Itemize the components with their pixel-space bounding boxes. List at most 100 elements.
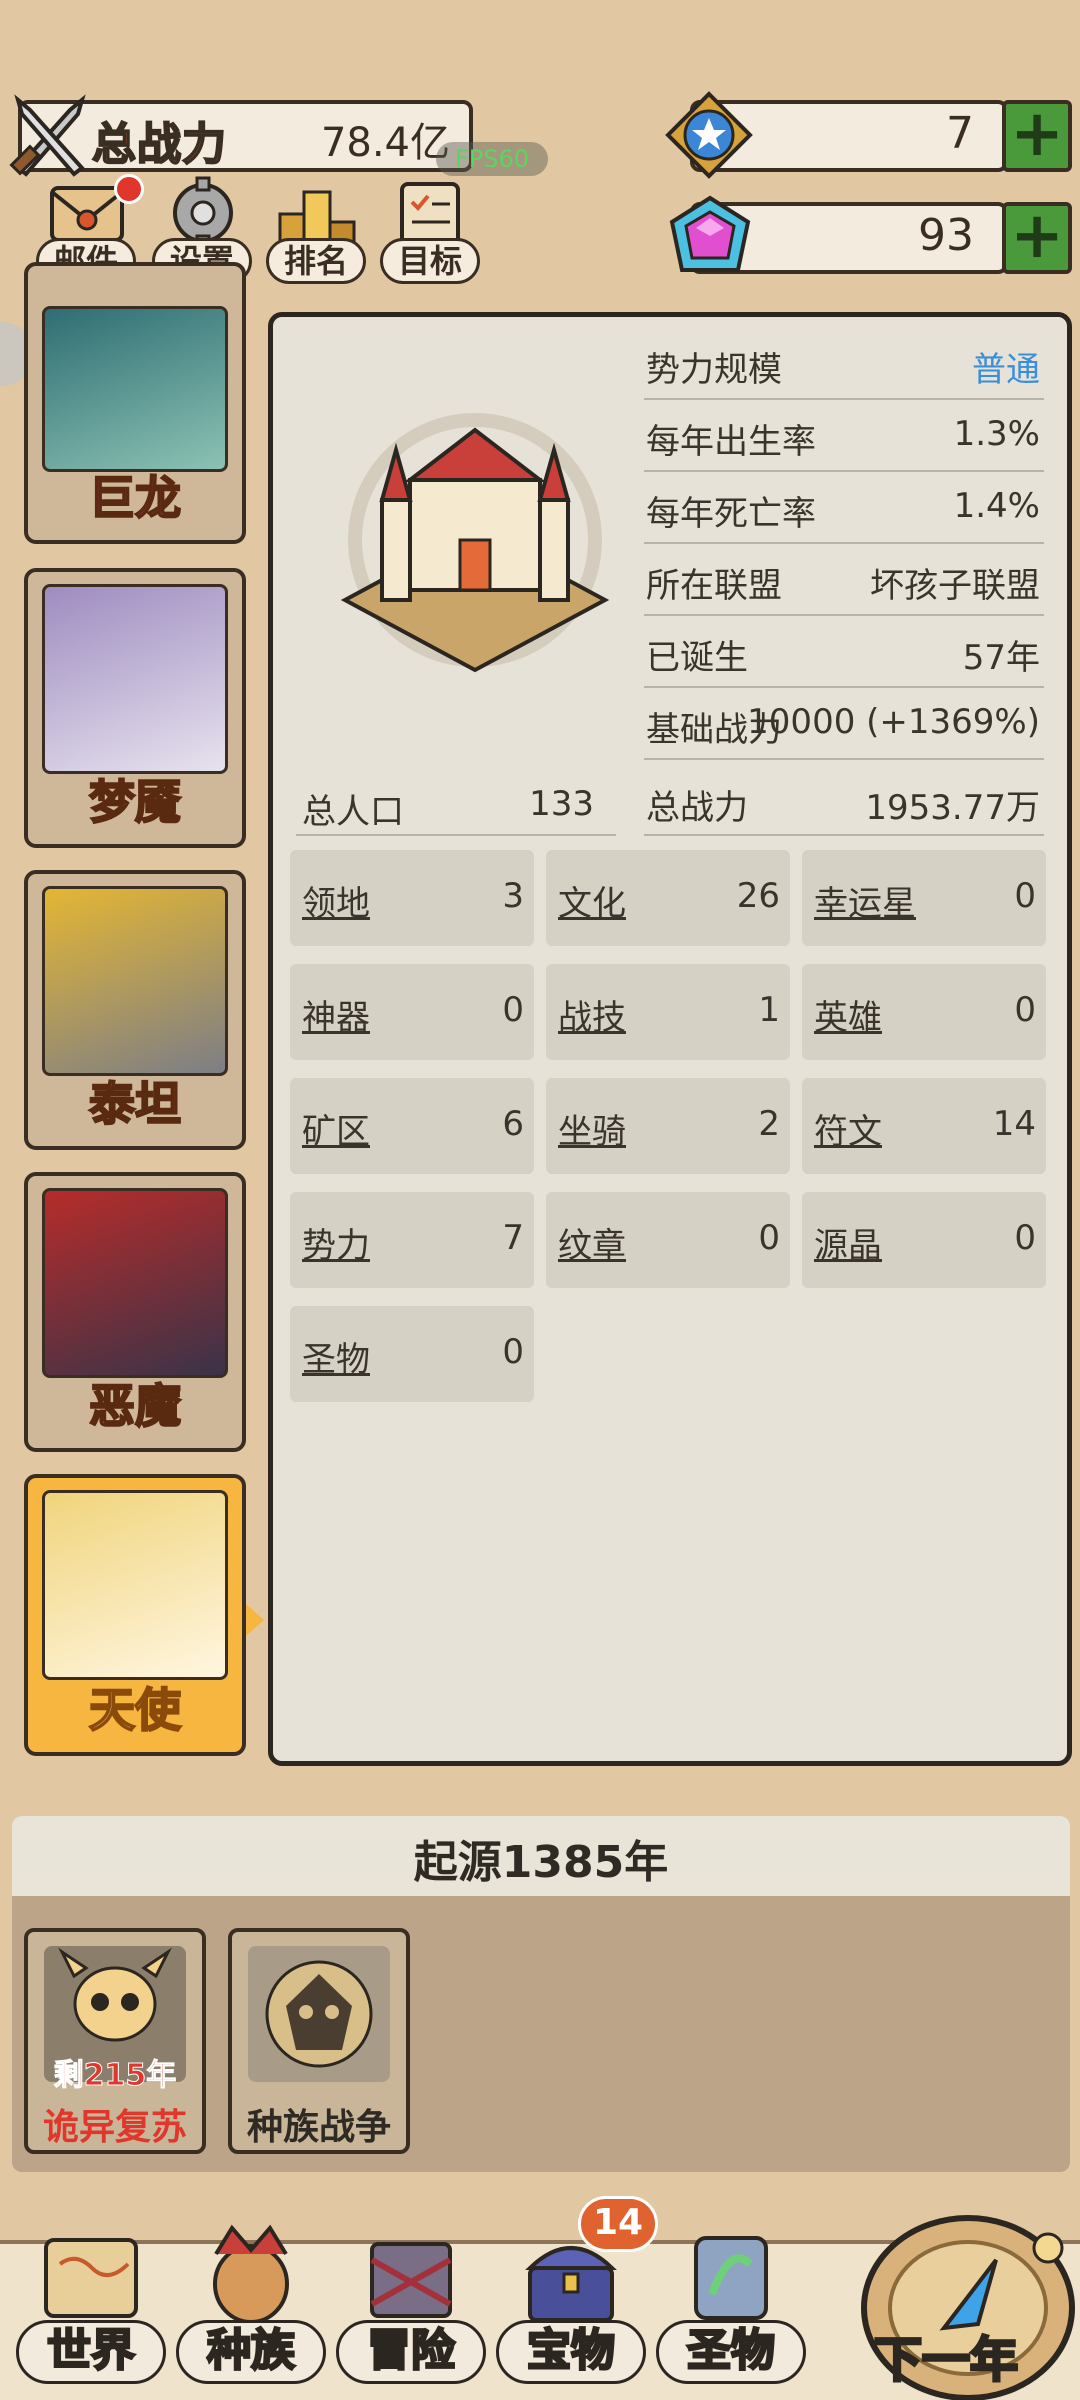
stat-label: 神器 bbox=[302, 998, 370, 1038]
nightmare-portrait bbox=[42, 584, 228, 774]
stat-mount[interactable]: 坐骑 2 bbox=[546, 1078, 790, 1174]
race-card-dragon[interactable]: 巨龙 bbox=[24, 262, 246, 544]
nav-world[interactable]: 世界 bbox=[16, 2224, 166, 2400]
next-year-button[interactable]: 下一年 bbox=[848, 2198, 1080, 2400]
stat-artifact[interactable]: 神器 0 bbox=[290, 964, 534, 1060]
nav-label: 圣物 bbox=[656, 2320, 806, 2384]
stat-combat-skill[interactable]: 战技 1 bbox=[546, 964, 790, 1060]
stat-value: 0 bbox=[1014, 876, 1036, 916]
angel-portrait bbox=[42, 1490, 228, 1680]
world-map-icon bbox=[44, 2238, 138, 2318]
race-name-angel: 天使 bbox=[88, 1682, 182, 1738]
population-label: 总人口 bbox=[302, 792, 404, 832]
stat-faction[interactable]: 势力 7 bbox=[290, 1192, 534, 1288]
stat-territory[interactable]: 领地 3 bbox=[290, 850, 534, 946]
stat-value: 0 bbox=[758, 1218, 780, 1258]
stat-value: 0 bbox=[502, 1332, 524, 1372]
stat-value: 0 bbox=[1014, 990, 1036, 1030]
ranking-button[interactable]: 排名 bbox=[266, 174, 366, 284]
add-gem-button[interactable]: + bbox=[1002, 202, 1072, 274]
race-card-demon[interactable]: 恶魔 bbox=[24, 1172, 246, 1452]
treasure-count-badge: 14 bbox=[578, 2196, 658, 2252]
stat-lucky-star[interactable]: 幸运星 0 bbox=[802, 850, 1046, 946]
holy-relic-icon bbox=[694, 2236, 768, 2320]
stat-label: 符文 bbox=[814, 1112, 882, 1152]
origin-year: 起源1385年 bbox=[413, 1837, 669, 1888]
stat-label: 幸运星 bbox=[814, 884, 916, 924]
scale-value-link[interactable]: 普通 bbox=[972, 342, 1040, 391]
race-card-titan[interactable]: 泰坦 bbox=[24, 870, 246, 1150]
stat-label: 战技 bbox=[558, 998, 626, 1038]
stat-emblem[interactable]: 纹章 0 bbox=[546, 1192, 790, 1288]
goals-button[interactable]: 目标 bbox=[380, 174, 480, 284]
info-key: 已诞生 bbox=[646, 638, 748, 678]
stat-value: 1 bbox=[758, 990, 780, 1030]
stat-label: 矿区 bbox=[302, 1112, 370, 1152]
stat-value: 14 bbox=[992, 1104, 1036, 1144]
race-name-titan: 泰坦 bbox=[88, 1076, 182, 1132]
nav-label: 种族 bbox=[176, 2320, 326, 2384]
info-row-alliance: 所在联盟 坏孩子联盟 bbox=[644, 544, 1044, 616]
stat-hero[interactable]: 英雄 0 bbox=[802, 964, 1046, 1060]
event-name: 诡异复苏 bbox=[42, 2107, 187, 2148]
add-star-button[interactable]: + bbox=[1002, 100, 1072, 172]
info-row-death-rate: 每年死亡率 1.4% bbox=[644, 472, 1044, 544]
race-name-demon: 恶魔 bbox=[88, 1378, 182, 1434]
total-power-value: 78.4亿 bbox=[320, 120, 450, 166]
stat-label: 源晶 bbox=[814, 1226, 882, 1266]
demon-portrait bbox=[42, 1188, 228, 1378]
stat-value: 26 bbox=[736, 876, 780, 916]
info-row-birth-rate: 每年出生率 1.3% bbox=[644, 400, 1044, 472]
crossed-swords-icon bbox=[8, 92, 92, 180]
gem-resource-value: 93 bbox=[918, 210, 974, 261]
race-card-nightmare[interactable]: 梦魇 bbox=[24, 568, 246, 848]
nav-adventure[interactable]: 冒险 bbox=[336, 2224, 486, 2400]
selected-race-arrow bbox=[246, 1604, 264, 1636]
star-resource-value: 7 bbox=[946, 108, 974, 159]
stat-label: 圣物 bbox=[302, 1340, 370, 1380]
event-name: 种族战争 bbox=[246, 2107, 391, 2148]
stat-value: 6 bbox=[502, 1104, 524, 1144]
nav-label: 宝物 bbox=[496, 2320, 646, 2384]
stat-label: 纹章 bbox=[558, 1226, 626, 1266]
stat-label: 英雄 bbox=[814, 998, 882, 1038]
info-key: 每年出生率 bbox=[646, 422, 816, 462]
info-value: 10000 (+1369%) bbox=[747, 702, 1040, 742]
castle-icon bbox=[330, 400, 620, 690]
info-value: 1.3% bbox=[953, 414, 1040, 454]
stat-value: 0 bbox=[1014, 1218, 1036, 1258]
nav-label: 冒险 bbox=[336, 2320, 486, 2384]
nav-label: 世界 bbox=[16, 2320, 166, 2384]
stat-mine[interactable]: 矿区 6 bbox=[290, 1078, 534, 1174]
nav-race[interactable]: 种族 bbox=[176, 2224, 326, 2400]
war-emblem-icon bbox=[248, 1946, 390, 2082]
event-card-race-war[interactable]: 种族战争 bbox=[228, 1928, 410, 2154]
event-card-weird-revival[interactable]: 剩215年 诡异复苏 bbox=[24, 1928, 206, 2154]
star-medal-icon bbox=[664, 90, 754, 180]
race-card-angel[interactable]: 天使 bbox=[24, 1474, 246, 1756]
race-name-nightmare: 梦魇 bbox=[88, 774, 182, 830]
info-key: 所在联盟 bbox=[646, 566, 782, 606]
chained-gate-icon bbox=[370, 2242, 452, 2318]
info-value: 1953.77万 bbox=[865, 788, 1040, 828]
population-row: 总人口 133 bbox=[296, 770, 616, 836]
ranking-label: 排名 bbox=[266, 238, 366, 284]
event-remaining-years: 剩215年 bbox=[53, 2058, 177, 2094]
pink-gem-icon bbox=[664, 192, 756, 284]
stat-relic[interactable]: 圣物 0 bbox=[290, 1306, 534, 1402]
stat-label: 文化 bbox=[558, 884, 626, 924]
titan-portrait bbox=[42, 886, 228, 1076]
dragon-portrait bbox=[42, 306, 228, 472]
nav-relic[interactable]: 圣物 bbox=[656, 2224, 806, 2400]
stat-culture[interactable]: 文化 26 bbox=[546, 850, 790, 946]
total-power-label: 总战力 bbox=[91, 118, 227, 171]
mail-notification-dot bbox=[114, 174, 144, 204]
stat-source-crystal[interactable]: 源晶 0 bbox=[802, 1192, 1046, 1288]
population-value: 133 bbox=[529, 784, 594, 824]
stat-label: 领地 bbox=[302, 884, 370, 924]
goals-label: 目标 bbox=[380, 238, 480, 284]
info-key: 总战力 bbox=[646, 788, 748, 828]
info-key: 每年死亡率 bbox=[646, 494, 816, 534]
next-year-label: 下一年 bbox=[872, 2331, 1019, 2390]
stat-rune[interactable]: 符文 14 bbox=[802, 1078, 1046, 1174]
